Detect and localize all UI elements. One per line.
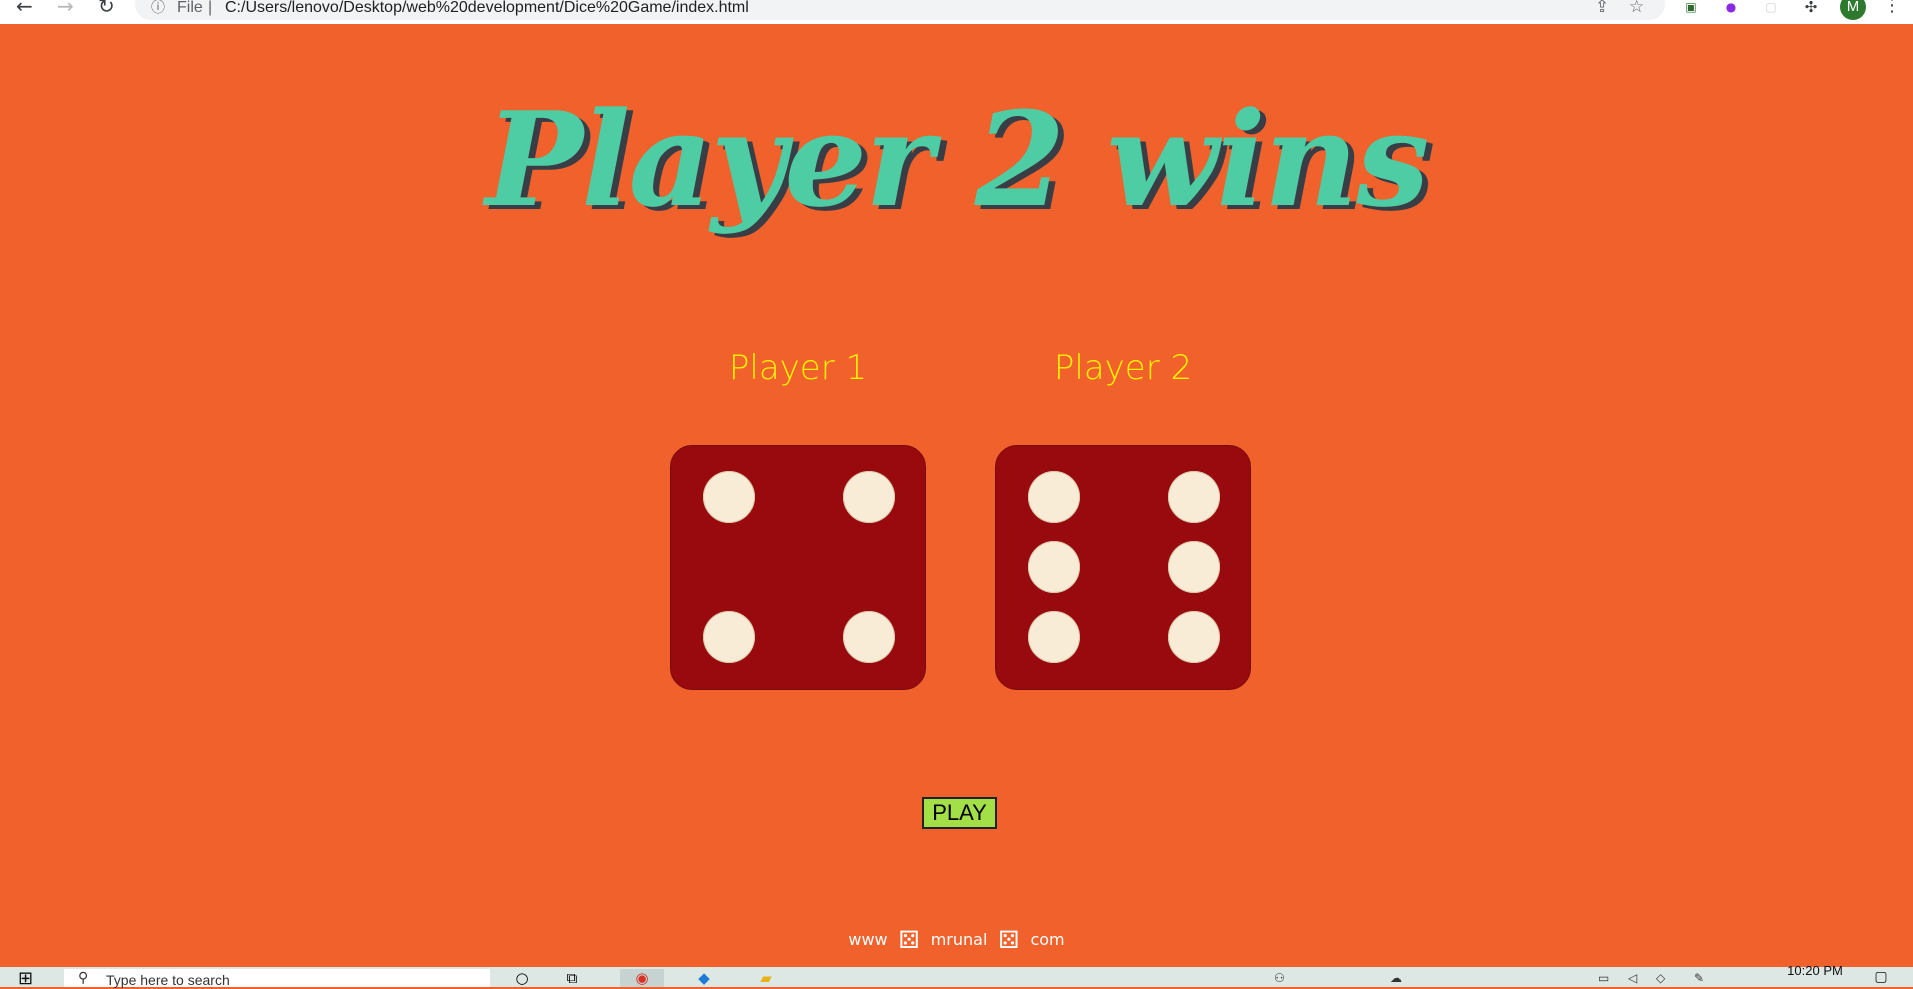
vscode-icon[interactable]: ◆ [682, 969, 726, 987]
purple-extension-icon[interactable]: ● [1721, 0, 1741, 14]
menu-kebab-icon[interactable]: ⋮ [1883, 0, 1901, 15]
url-separator: | [208, 0, 213, 16]
taskbar: ⊞ ⚲ Type here to search ○ ⧉ ◉ ◆ ▰ ⚇ ☁ ▭ … [0, 963, 1913, 988]
address-bar[interactable]: ⓘ File | C:/Users/lenovo/Desktop/web%20d… [135, 0, 1665, 20]
windows-start-icon[interactable]: ⊞ [18, 970, 33, 988]
dice-pip [843, 611, 895, 663]
volume-icon[interactable]: ◁ [1628, 971, 1637, 985]
dice-pip [1028, 611, 1080, 663]
notification-icon[interactable]: ▢ [1868, 969, 1894, 985]
search-icon: ⚲ [78, 970, 89, 986]
player2-label: Player 2 [1053, 348, 1193, 388]
chrome-icon[interactable]: ◉ [620, 969, 664, 987]
info-icon[interactable]: ⓘ [151, 0, 165, 16]
forward-arrow-icon[interactable]: → [57, 0, 74, 16]
battery-icon[interactable]: ▭ [1598, 971, 1609, 985]
cortana-icon[interactable]: ○ [500, 969, 544, 987]
url-text[interactable]: C:/Users/lenovo/Desktop/web%20developmen… [225, 0, 749, 17]
dice-pip [703, 611, 755, 663]
taskbar-search-placeholder: Type here to search [106, 972, 230, 988]
share-icon[interactable]: ⇪ [1595, 0, 1609, 16]
footer-text-com: com [1030, 930, 1065, 949]
file-explorer-icon[interactable]: ▰ [744, 969, 788, 987]
dice-icon: ⚄ [898, 926, 920, 954]
weather-icon[interactable]: ☁ [1390, 971, 1402, 985]
reload-icon[interactable]: ↻ [98, 0, 115, 16]
profile-avatar[interactable]: M [1840, 0, 1866, 20]
html-extension-icon[interactable]: ▣ [1681, 0, 1701, 14]
footer-credit: www ⚄ mrunal ⚄ com [0, 928, 1913, 952]
back-arrow-icon[interactable]: ← [16, 0, 33, 16]
dice-pip [1168, 541, 1220, 593]
dice-pip [1028, 541, 1080, 593]
player1-label: Player 1 [728, 348, 868, 388]
blank-extension-icon[interactable]: ▢ [1761, 0, 1781, 14]
player1-dice [670, 445, 926, 690]
dice-pip [703, 471, 755, 523]
network-icon[interactable]: ◇ [1656, 971, 1665, 985]
taskbar-search-box[interactable]: ⚲ Type here to search [64, 969, 490, 987]
dice-pip [843, 471, 895, 523]
player2-dice [995, 445, 1251, 690]
result-heading: Player 2 wins [485, 83, 1429, 236]
dice-icon: ⚄ [998, 926, 1020, 954]
dice-pip [1168, 471, 1220, 523]
puzzle-icon[interactable]: ✣ [1801, 0, 1821, 15]
people-icon[interactable]: ⚇ [1274, 971, 1285, 985]
task-view-icon[interactable]: ⧉ [550, 969, 594, 987]
browser-toolbar: ← → ↻ ⓘ File | C:/Users/lenovo/Desktop/w… [0, 0, 1913, 24]
dice-pip [1028, 471, 1080, 523]
footer-text-www: www [848, 930, 888, 949]
bookmark-star-icon[interactable]: ☆ [1629, 0, 1644, 16]
pen-icon[interactable]: ✎ [1694, 971, 1704, 985]
dice-pip [1168, 611, 1220, 663]
footer-text-name: mrunal [930, 930, 988, 949]
play-button[interactable]: PLAY [922, 797, 997, 829]
taskbar-clock[interactable]: 10:20 PM [1770, 963, 1860, 979]
url-scheme-label: File [177, 0, 203, 16]
